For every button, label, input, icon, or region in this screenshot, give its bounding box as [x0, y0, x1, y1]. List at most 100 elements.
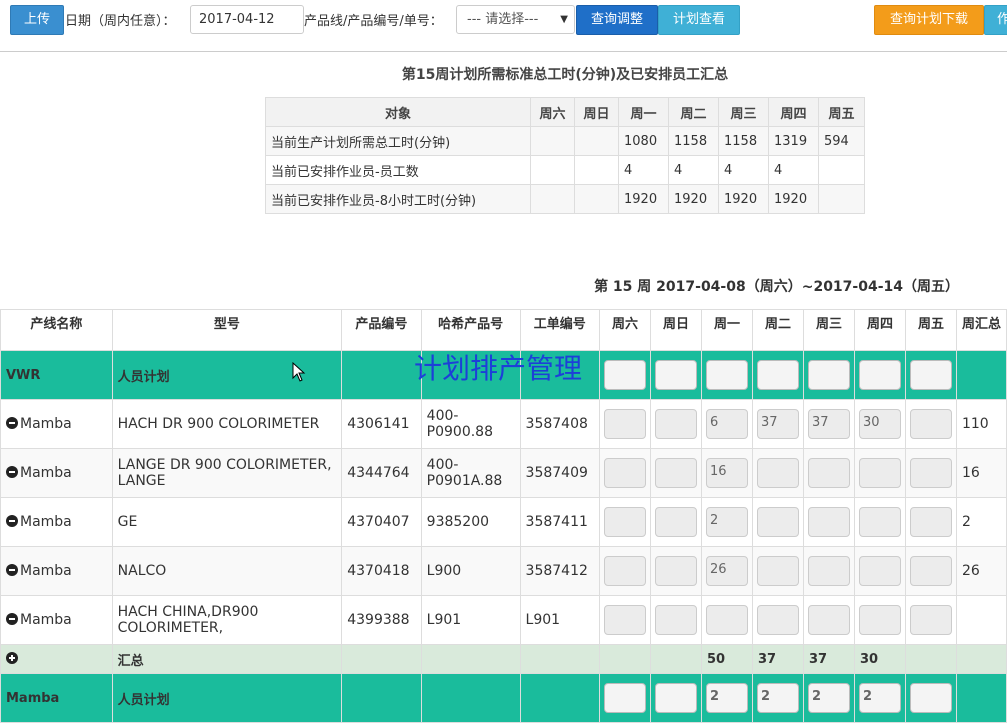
hours-input[interactable]	[756, 556, 799, 586]
hours-input[interactable]	[807, 556, 850, 586]
week-total-cell: 2	[955, 497, 1007, 547]
day-cell	[649, 399, 702, 449]
total-row: 汇总 50 37 37 30	[0, 644, 1007, 674]
hours-input[interactable]: 2	[705, 507, 748, 537]
query-adjust-button[interactable]: 查询调整	[576, 5, 658, 35]
hours-input[interactable]	[858, 507, 901, 537]
hours-input[interactable]	[807, 507, 850, 537]
hours-input[interactable]: 37	[807, 409, 850, 439]
order-no-cell: 3587412	[519, 546, 600, 596]
extra-button[interactable]: 作	[984, 5, 1007, 35]
product-select[interactable]: --- 请选择--- ▼	[456, 5, 575, 34]
day-cell	[904, 546, 957, 596]
table-row: Mamba GE 4370407 9385200 3587411 2 2	[0, 497, 1007, 547]
hours-input[interactable]	[807, 458, 850, 488]
hours-input[interactable]	[654, 683, 697, 713]
product-no-cell: 4306141	[341, 399, 422, 449]
day-cell	[853, 595, 906, 645]
hours-input[interactable]	[909, 605, 952, 635]
day-cell	[751, 448, 804, 498]
line-name: VWR	[0, 350, 113, 400]
hours-input[interactable]	[654, 507, 697, 537]
summary-cell: 1920	[618, 184, 669, 214]
collapse-icon[interactable]	[6, 466, 18, 478]
hours-input[interactable]	[603, 507, 646, 537]
hours-input[interactable]	[909, 556, 952, 586]
hours-input[interactable]	[807, 360, 850, 390]
hours-input[interactable]	[756, 605, 799, 635]
summary-cell: 1920	[768, 184, 819, 214]
hours-input[interactable]	[705, 360, 748, 390]
hours-input[interactable]	[654, 556, 697, 586]
download-plan-button[interactable]: 查询计划下载	[874, 5, 984, 35]
hours-input[interactable]	[909, 409, 952, 439]
hours-input[interactable]	[858, 360, 901, 390]
model-cell: GE	[111, 497, 343, 547]
hours-input[interactable]: 37	[756, 409, 799, 439]
hours-input[interactable]: 6	[705, 409, 748, 439]
hours-input[interactable]	[603, 360, 646, 390]
hours-input[interactable]: 2	[858, 683, 901, 713]
empty-cell	[341, 673, 422, 723]
hours-input[interactable]	[909, 360, 952, 390]
day-total-cell: 50	[700, 644, 753, 674]
hours-input[interactable]	[756, 507, 799, 537]
hours-input[interactable]	[858, 458, 901, 488]
collapse-icon[interactable]	[6, 417, 18, 429]
line-name: Mamba	[20, 612, 72, 628]
hours-input[interactable]	[909, 683, 952, 713]
hours-input[interactable]	[654, 360, 697, 390]
expand-icon[interactable]	[6, 651, 18, 664]
hours-input[interactable]	[603, 458, 646, 488]
hach-no-cell: 9385200	[420, 497, 521, 547]
hours-input[interactable]: 26	[705, 556, 748, 586]
hours-input[interactable]	[654, 409, 697, 439]
day-cell	[598, 673, 651, 723]
hours-input[interactable]	[858, 605, 901, 635]
hours-input[interactable]	[654, 458, 697, 488]
hours-input[interactable]	[603, 556, 646, 586]
summary-cell: 1158	[668, 126, 719, 156]
hours-input[interactable]	[705, 605, 748, 635]
day-cell	[751, 546, 804, 596]
day-cell: 2	[853, 673, 906, 723]
hours-input[interactable]: 30	[858, 409, 901, 439]
collapse-icon[interactable]	[6, 515, 18, 527]
summary-cell: 1158	[718, 126, 769, 156]
hours-input[interactable]	[603, 605, 646, 635]
summary-header-cell: 对象	[265, 97, 531, 127]
date-input[interactable]: 2017-04-12	[190, 5, 304, 34]
day-cell	[598, 350, 651, 400]
hours-input[interactable]	[654, 605, 697, 635]
hours-input[interactable]	[909, 507, 952, 537]
line-cell: Mamba	[0, 546, 113, 596]
grid-header-cell: 周汇总	[955, 309, 1007, 351]
day-cell	[598, 546, 651, 596]
hours-input[interactable]: 2	[705, 683, 748, 713]
hours-input[interactable]	[603, 683, 646, 713]
grid-header-cell: 产线名称	[0, 309, 113, 351]
line-cell: Mamba	[0, 595, 113, 645]
summary-header-cell: 周三	[718, 97, 769, 127]
upload-button[interactable]: 上传	[10, 5, 64, 35]
filter-label: 产品线/产品编号/单号：	[304, 14, 443, 29]
hours-input[interactable]: 16	[705, 458, 748, 488]
grid-header-cell: 周五	[904, 309, 957, 351]
collapse-icon[interactable]	[6, 613, 18, 625]
collapse-icon[interactable]	[6, 564, 18, 576]
hours-input[interactable]: 2	[756, 683, 799, 713]
hours-input[interactable]	[603, 409, 646, 439]
hours-input[interactable]	[756, 458, 799, 488]
model-cell: NALCO	[111, 546, 343, 596]
hours-input[interactable]	[807, 605, 850, 635]
hours-input[interactable]: 2	[807, 683, 850, 713]
table-row: Mamba LANGE DR 900 COLORIMETER, LANGE 4344…	[0, 448, 1007, 498]
day-total-cell: 30	[853, 644, 906, 674]
plan-view-button[interactable]: 计划查看	[658, 5, 740, 35]
empty-cell	[519, 644, 600, 674]
hours-input[interactable]	[909, 458, 952, 488]
week-total-cell: 110	[955, 399, 1007, 449]
day-cell: 26	[700, 546, 753, 596]
hours-input[interactable]	[858, 556, 901, 586]
hours-input[interactable]	[756, 360, 799, 390]
